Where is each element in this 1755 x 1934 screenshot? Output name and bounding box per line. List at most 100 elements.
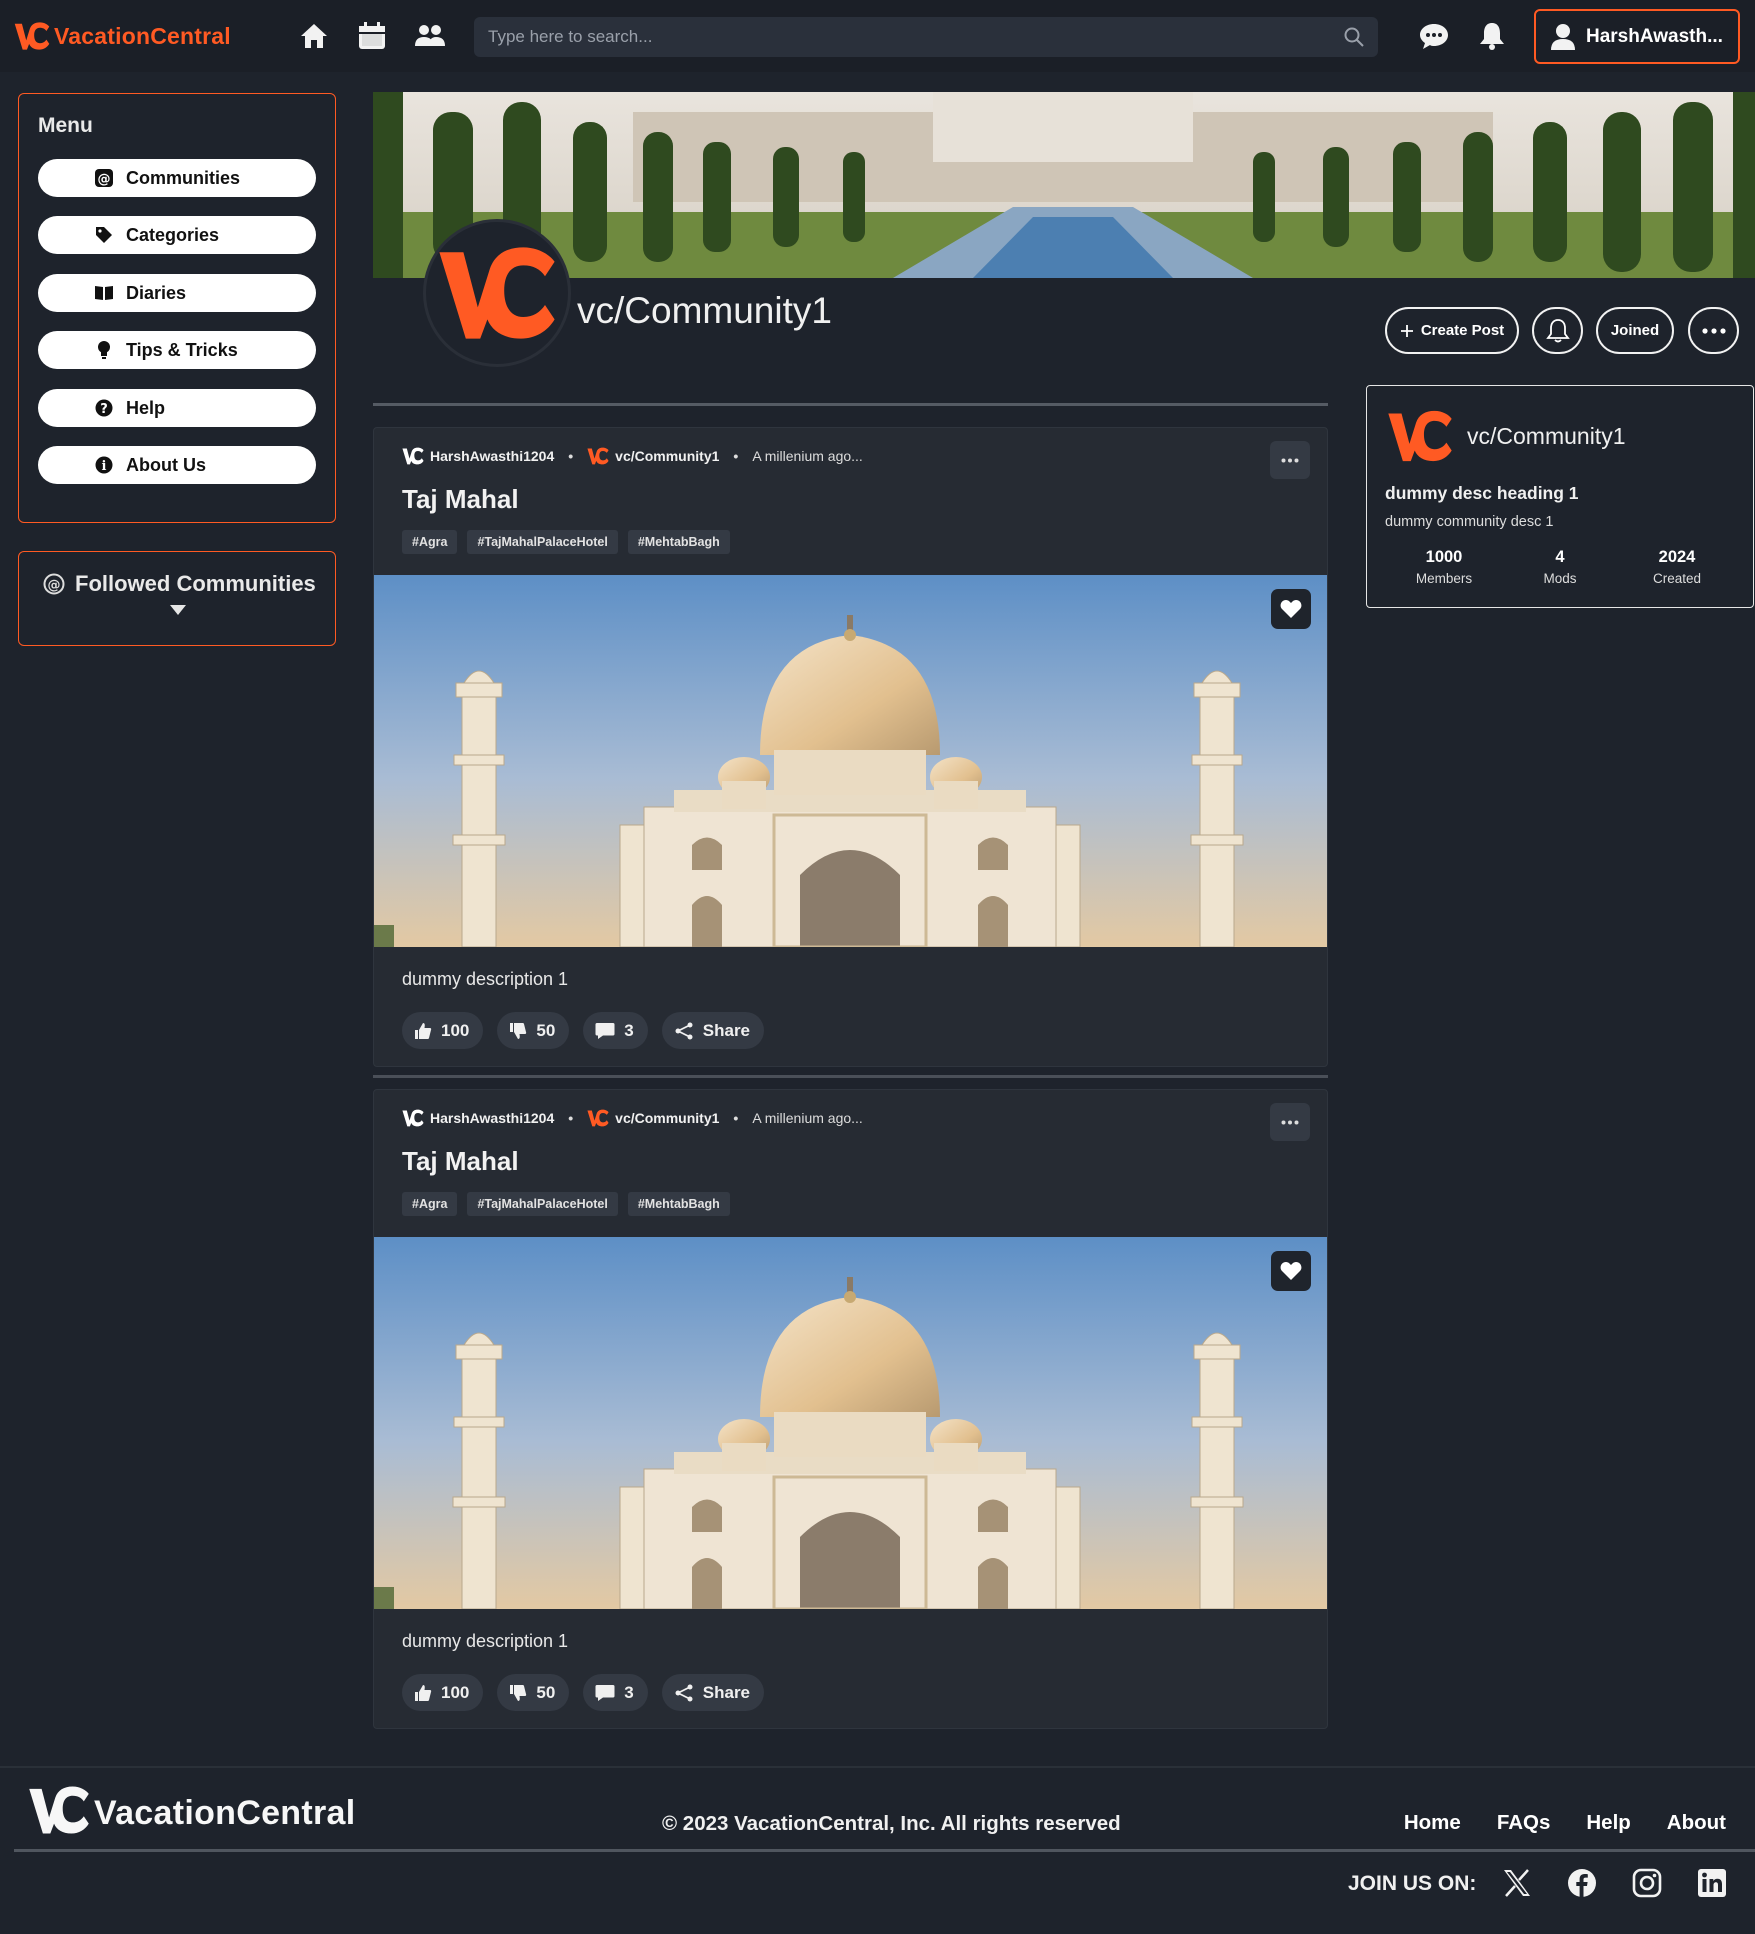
threads-icon: @ bbox=[94, 168, 114, 188]
followed-communities[interactable]: @ Followed Communities bbox=[18, 551, 336, 646]
thumbs-up-icon bbox=[415, 1684, 432, 1701]
tag[interactable]: #Agra bbox=[402, 1192, 458, 1216]
thumbs-down-icon bbox=[510, 1684, 527, 1701]
dislike-button[interactable]: 50 bbox=[497, 1674, 570, 1711]
create-post-button[interactable]: Create Post bbox=[1385, 307, 1519, 354]
post-more-button[interactable] bbox=[1270, 1103, 1310, 1141]
more-options-button[interactable] bbox=[1688, 307, 1739, 354]
instagram-icon[interactable] bbox=[1630, 1866, 1664, 1900]
tag[interactable]: #Agra bbox=[402, 530, 458, 554]
post-title[interactable]: Taj Mahal bbox=[402, 484, 519, 515]
people-icon[interactable] bbox=[414, 20, 446, 52]
stat-label: Members bbox=[1415, 571, 1473, 586]
footer-link-about[interactable]: About bbox=[1667, 1811, 1726, 1835]
post-actions: 100 50 3 Share bbox=[402, 1674, 765, 1711]
post-image[interactable] bbox=[374, 575, 1327, 947]
joined-label: Joined bbox=[1610, 322, 1660, 339]
post-community[interactable]: vc/Community1 bbox=[615, 1110, 719, 1126]
post-image[interactable] bbox=[374, 1237, 1327, 1609]
share-label: Share bbox=[702, 1020, 751, 1040]
bell-icon[interactable] bbox=[1476, 20, 1508, 52]
sidebar-item-about[interactable]: i About Us bbox=[38, 446, 316, 484]
post-tags: #Agra #TajMahalPalaceHotel #MehtabBagh bbox=[402, 530, 730, 554]
svg-text:i: i bbox=[102, 459, 107, 474]
about-community-name[interactable]: vc/Community1 bbox=[1467, 423, 1625, 450]
post-community[interactable]: vc/Community1 bbox=[615, 448, 719, 464]
ellipsis-icon bbox=[1281, 458, 1299, 462]
post-author[interactable]: HarshAwasthi1204 bbox=[430, 448, 554, 464]
copyright: © 2023 VacationCentral, Inc. All rights … bbox=[662, 1812, 1121, 1835]
dislike-button[interactable]: 50 bbox=[497, 1012, 570, 1049]
comment-icon bbox=[595, 1022, 615, 1039]
community-title: vc/Community1 bbox=[577, 290, 832, 331]
tag[interactable]: #TajMahalPalaceHotel bbox=[467, 1192, 618, 1216]
user-vc-icon bbox=[402, 447, 424, 465]
post-more-button[interactable] bbox=[1270, 441, 1310, 479]
sidebar-item-tips[interactable]: Tips & Tricks bbox=[38, 331, 316, 369]
sidebar-item-label: Diaries bbox=[126, 282, 187, 303]
comment-button[interactable]: 3 bbox=[583, 1012, 648, 1049]
footer-top-border bbox=[0, 1766, 1755, 1768]
comment-icon bbox=[595, 1684, 615, 1701]
favorite-button[interactable] bbox=[1271, 589, 1311, 629]
joined-button[interactable]: Joined bbox=[1596, 307, 1674, 354]
stat-value: 4 bbox=[1555, 548, 1565, 566]
tag[interactable]: #MehtabBagh bbox=[627, 1192, 730, 1216]
info-icon: i bbox=[94, 455, 114, 475]
post-author[interactable]: HarshAwasthi1204 bbox=[430, 1110, 554, 1126]
divider bbox=[373, 403, 1328, 406]
favorite-button[interactable] bbox=[1271, 1251, 1311, 1291]
create-post-label: Create Post bbox=[1420, 322, 1505, 339]
chevron-down-icon[interactable] bbox=[169, 604, 187, 616]
about-description: dummy community desc 1 bbox=[1385, 514, 1554, 530]
calendar-icon[interactable] bbox=[356, 20, 388, 52]
footer-link-home[interactable]: Home bbox=[1404, 1811, 1461, 1835]
post-meta: HarshAwasthi1204 • vc/Community1 • A mil… bbox=[402, 444, 863, 468]
search-bar bbox=[474, 17, 1378, 57]
threads-icon: @ bbox=[43, 573, 65, 595]
sidebar-item-categories[interactable]: Categories bbox=[38, 216, 316, 254]
footer-link-faqs[interactable]: FAQs bbox=[1497, 1811, 1551, 1835]
vc-logo-icon bbox=[14, 20, 50, 52]
sidebar-item-diaries[interactable]: Diaries bbox=[38, 274, 316, 312]
footer-logo[interactable]: VacationCentral bbox=[28, 1785, 355, 1835]
tag[interactable]: #TajMahalPalaceHotel bbox=[467, 530, 618, 554]
sidebar-item-help[interactable]: ? Help bbox=[38, 389, 316, 427]
post-description: dummy description 1 bbox=[402, 1631, 569, 1651]
heart-icon bbox=[1280, 600, 1302, 618]
share-button[interactable]: Share bbox=[661, 1012, 765, 1049]
post-time: A millenium ago... bbox=[752, 448, 863, 464]
share-icon bbox=[675, 1022, 693, 1039]
footer-link-help[interactable]: Help bbox=[1586, 1811, 1630, 1835]
home-icon[interactable] bbox=[298, 20, 330, 52]
like-count: 100 bbox=[441, 1020, 470, 1040]
tag[interactable]: #MehtabBagh bbox=[627, 530, 730, 554]
like-button[interactable]: 100 bbox=[402, 1674, 484, 1711]
notify-button[interactable] bbox=[1532, 307, 1583, 354]
vc-logo-icon bbox=[1387, 408, 1453, 464]
community-banner bbox=[373, 92, 1755, 278]
community-vc-icon bbox=[587, 447, 609, 465]
stat-label: Created bbox=[1652, 571, 1702, 586]
x-icon[interactable] bbox=[1500, 1866, 1534, 1900]
footer-divider bbox=[14, 1849, 1755, 1852]
brand-logo[interactable]: VacationCentral bbox=[14, 16, 231, 56]
sidebar-item-label: Categories bbox=[126, 224, 220, 245]
like-button[interactable]: 100 bbox=[402, 1012, 484, 1049]
about-heading: dummy desc heading 1 bbox=[1385, 483, 1579, 503]
stat-members: 1000 Members bbox=[1394, 548, 1494, 586]
share-button[interactable]: Share bbox=[661, 1674, 765, 1711]
sidebar-item-communities[interactable]: @ Communities bbox=[38, 159, 316, 197]
post-title[interactable]: Taj Mahal bbox=[402, 1146, 519, 1177]
top-navbar: VacationCentral HarshAwasth... bbox=[0, 0, 1755, 72]
comment-button[interactable]: 3 bbox=[583, 1674, 648, 1711]
chat-icon[interactable] bbox=[1418, 20, 1450, 52]
facebook-icon[interactable] bbox=[1565, 1866, 1599, 1900]
community-vc-icon bbox=[587, 1109, 609, 1127]
search-icon[interactable] bbox=[1344, 27, 1364, 47]
linkedin-icon[interactable] bbox=[1695, 1866, 1729, 1900]
followed-title: Followed Communities bbox=[75, 571, 316, 596]
user-menu-button[interactable]: HarshAwasth... bbox=[1534, 9, 1740, 64]
search-input[interactable] bbox=[488, 27, 1344, 47]
thumbs-down-icon bbox=[510, 1022, 527, 1039]
